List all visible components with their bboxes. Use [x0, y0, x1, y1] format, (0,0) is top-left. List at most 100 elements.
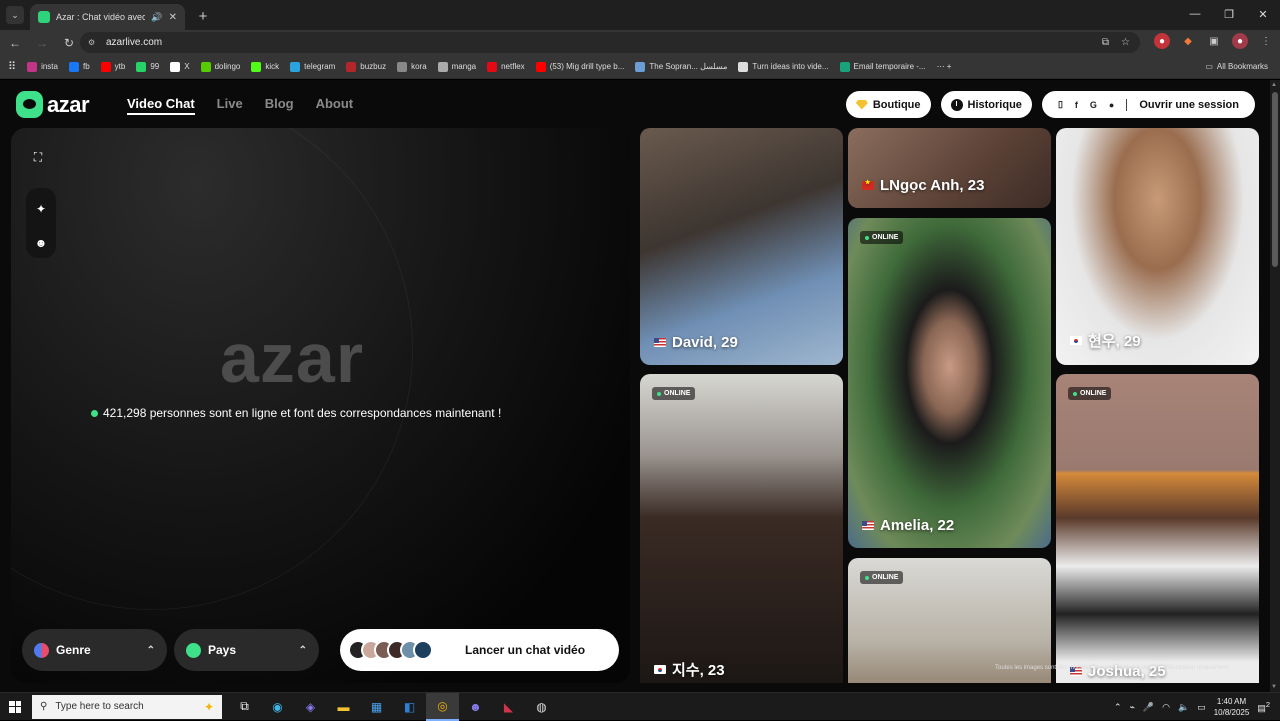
bookmark-label: fb	[82, 62, 90, 71]
profile-card[interactable]: 현우, 29	[1056, 128, 1259, 365]
bookmark-label: (53) Mig drill type b...	[549, 62, 625, 71]
azar-logo[interactable]: azar	[16, 91, 90, 118]
scroll-down-icon[interactable]: ▼	[1271, 684, 1277, 690]
new-tab-button[interactable]: +	[191, 4, 215, 28]
start-button[interactable]	[0, 693, 30, 721]
app-red-icon[interactable]: ◣	[492, 693, 525, 721]
nav-live[interactable]: Live	[217, 96, 243, 115]
bookmark-item[interactable]: (53) Mig drill type b...	[535, 61, 625, 72]
obs-icon[interactable]: ◍	[525, 693, 558, 721]
bookmark-item[interactable]: Turn ideas into vide...	[738, 61, 829, 72]
chrome-icon[interactable]: ◎	[426, 692, 459, 721]
notification-icon[interactable]: ▤2	[1257, 700, 1270, 714]
fullscreen-icon[interactable]: ⛶	[27, 146, 49, 168]
site-info-icon[interactable]: ⚙	[88, 38, 98, 48]
back-arrow-icon[interactable]: ←	[3, 32, 27, 54]
profile-card[interactable]: LNgọc Anh, 23	[848, 128, 1051, 208]
profile-name: 현우, 29	[1088, 333, 1141, 350]
nav-video-chat[interactable]: Video Chat	[127, 96, 195, 115]
online-badge: ONLINE	[860, 231, 904, 244]
profile-avatar-icon[interactable]: ●	[1232, 33, 1248, 49]
minimize-icon[interactable]: —	[1178, 0, 1212, 28]
profile-card[interactable]: ONLINE 지수, 23	[640, 374, 843, 683]
face-filter-icon[interactable]: ☻	[30, 232, 52, 254]
bookmark-item[interactable]: kick	[251, 61, 279, 72]
profile-grid: David, 29 ONLINE 지수, 23 LNgọc Anh, 23 ON…	[640, 128, 1260, 683]
bookmark-item[interactable]: X	[170, 61, 190, 72]
sparkle-effects-icon[interactable]: ✦	[30, 198, 52, 220]
taskbar-clock[interactable]: 1:40 AM 10/8/2025	[1214, 696, 1250, 718]
page-scrollbar[interactable]: ▲ ▼	[1270, 80, 1280, 692]
browser-toolbar: ← → ↻ ⚙ azarlive.com ⧉ ☆ ● ◆ ▣ ● ⋮	[0, 30, 1280, 55]
tab-search-button[interactable]: ⌄	[6, 6, 24, 24]
battery-icon[interactable]: ▭	[1197, 702, 1206, 713]
gender-icon	[34, 642, 49, 658]
scroll-thumb[interactable]	[1272, 92, 1278, 267]
scroll-up-icon[interactable]: ▲	[1271, 82, 1277, 88]
bookmark-item[interactable]: manga	[437, 61, 476, 72]
nav-about[interactable]: About	[316, 96, 354, 115]
address-bar[interactable]: ⚙ azarlive.com ⧉ ☆	[80, 32, 1140, 53]
bookmark-more-icon[interactable]: ⋯ +	[937, 62, 952, 71]
start-label: Lancer un chat vidéo	[465, 643, 586, 657]
bookmark-item[interactable]: dolingo	[200, 61, 240, 72]
task-view-icon[interactable]: ⧉	[228, 693, 261, 721]
taskbar-search[interactable]: ⚲ Type here to search ✦	[32, 694, 222, 719]
history-button[interactable]: Historique	[940, 91, 1032, 118]
forward-arrow-icon[interactable]: →	[30, 32, 54, 54]
close-tab-icon[interactable]: ✕	[169, 12, 177, 23]
all-bookmarks-button[interactable]: ▭ All Bookmarks	[1205, 62, 1268, 71]
notification-count: 2	[1265, 700, 1270, 709]
folder-icon: ▭	[1205, 62, 1213, 71]
country-select[interactable]: Pays ⌃	[174, 629, 319, 671]
bookmark-favicon-icon	[290, 61, 301, 72]
maximize-icon[interactable]: ❐	[1212, 0, 1246, 28]
profile-card[interactable]: ONLINE Amelia, 22	[848, 218, 1051, 548]
network-icon[interactable]: ⌁	[1129, 702, 1134, 713]
outlook-icon[interactable]: ◧	[393, 693, 426, 721]
volume-icon[interactable]: 🔈	[1178, 702, 1189, 713]
extension-red-icon[interactable]: ●	[1154, 33, 1170, 49]
bookmark-item[interactable]: 99	[136, 61, 159, 72]
start-video-chat-button[interactable]: Lancer un chat vidéo	[340, 629, 619, 671]
wifi-icon[interactable]: ◠	[1162, 702, 1170, 713]
discord-icon[interactable]: ☻	[459, 693, 492, 721]
extension-orange-icon[interactable]: ◆	[1180, 33, 1196, 49]
bookmark-item[interactable]: buzbuz	[346, 61, 386, 72]
profile-card[interactable]: ONLINE Joshua, 25	[1056, 374, 1259, 683]
browser-menu-icon[interactable]: ⋮	[1258, 33, 1274, 49]
install-app-icon[interactable]: ⧉	[1102, 37, 1109, 48]
tray-up-icon[interactable]: ⌃	[1114, 702, 1122, 713]
bookmark-item[interactable]: ytb	[100, 61, 125, 72]
mic-icon[interactable]: 🎤	[1143, 702, 1154, 713]
nav-blog[interactable]: Blog	[265, 96, 294, 115]
browser-tab[interactable]: Azar : Chat vidéo avec de n 🔊 ✕	[30, 4, 185, 30]
login-button[interactable]: ▯ f G ● Ouvrir une session	[1041, 91, 1255, 118]
profile-card[interactable]: David, 29	[640, 128, 843, 365]
copilot-icon[interactable]: ◈	[294, 693, 327, 721]
extensions-puzzle-icon[interactable]: ▣	[1206, 33, 1222, 49]
speaker-icon[interactable]: 🔊	[151, 12, 162, 23]
bookmark-item[interactable]: fb	[68, 61, 90, 72]
bookmark-label: telegram	[304, 62, 336, 71]
close-window-icon[interactable]: ✕	[1246, 0, 1280, 28]
file-explorer-icon[interactable]: ▬	[327, 693, 360, 721]
bookmark-item[interactable]: netflex	[487, 61, 525, 72]
shop-button[interactable]: Boutique	[845, 91, 931, 118]
logo-text: azar	[47, 91, 90, 117]
store-icon[interactable]: ▦	[360, 693, 393, 721]
bookmark-star-icon[interactable]: ☆	[1121, 37, 1130, 48]
shop-label: Boutique	[872, 98, 921, 111]
edge-icon[interactable]: ◉	[261, 693, 294, 721]
us-flag-icon	[862, 521, 874, 530]
bookmark-item[interactable]: telegram	[290, 61, 336, 72]
bookmark-item[interactable]: Email temporaire -...	[839, 61, 926, 72]
bookmark-favicon-icon	[100, 61, 111, 72]
gender-select[interactable]: Genre ⌃	[22, 629, 167, 671]
bookmark-item[interactable]: kora	[397, 61, 427, 72]
login-label: Ouvrir une session	[1139, 98, 1239, 111]
apps-grid-icon[interactable]: ⠿	[8, 60, 16, 73]
bookmark-item[interactable]: The Sopran... مسلسل	[635, 61, 727, 72]
bookmark-item[interactable]: insta	[27, 61, 58, 72]
reload-icon[interactable]: ↻	[57, 32, 81, 54]
